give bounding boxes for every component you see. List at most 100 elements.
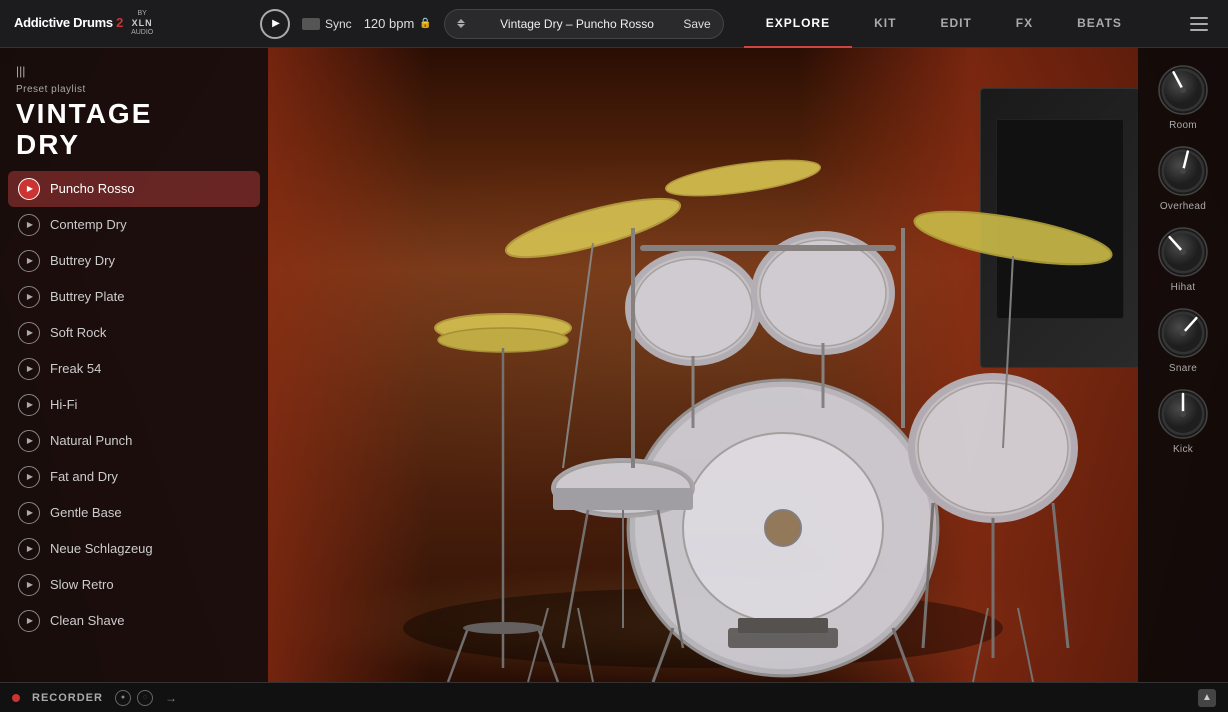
sync-button[interactable]: Sync	[302, 17, 352, 31]
playlist-item-label-13: Clean Shave	[50, 613, 124, 628]
right-panel: Room Overhead	[1138, 48, 1228, 682]
play-circle-7	[18, 394, 40, 416]
playlist-item-label-5: Soft Rock	[50, 325, 106, 340]
preset-arrows	[457, 19, 465, 28]
playlist-list: Puncho Rosso Contemp Dry Buttrey Dry But…	[0, 171, 268, 682]
bpm-display: 120 bpm 🔒	[364, 16, 432, 31]
knob-label-overhead: Overhead	[1160, 201, 1206, 212]
play-circle-8	[18, 430, 40, 452]
playlist-item-3[interactable]: Buttrey Dry	[8, 243, 260, 279]
sidebar: ||| Preset playlist VINTAGE DRY Puncho R…	[0, 48, 268, 682]
playlist-item-label-12: Slow Retro	[50, 577, 114, 592]
play-circle-9	[18, 466, 40, 488]
playlist-item-label-1: Puncho Rosso	[50, 181, 135, 196]
recorder-dot	[12, 694, 20, 702]
playlist-icon: |||	[16, 64, 25, 78]
playlist-item-4[interactable]: Buttrey Plate	[8, 279, 260, 315]
playlist-item-10[interactable]: Gentle Base	[8, 495, 260, 531]
playlist-item-11[interactable]: Neue Schlagzeug	[8, 531, 260, 567]
knob-section-hihat: Hihat	[1157, 220, 1209, 299]
sidebar-header: ||| Preset playlist VINTAGE DRY	[0, 48, 268, 171]
play-circle-5	[18, 322, 40, 344]
playlist-item-label-9: Fat and Dry	[50, 469, 118, 484]
playlist-item-label-7: Hi-Fi	[50, 397, 77, 412]
drum-kit-area	[268, 48, 1138, 682]
play-circle-3	[18, 250, 40, 272]
playlist-item-label-2: Contemp Dry	[50, 217, 127, 232]
logo-area: Addictive Drums 2 BY XLN AUDIO	[0, 10, 248, 38]
playlist-item-7[interactable]: Hi-Fi	[8, 387, 260, 423]
sync-label: Sync	[325, 17, 352, 31]
play-circle-13	[18, 610, 40, 632]
playlist-item-8[interactable]: Natural Punch	[8, 423, 260, 459]
playlist-item-12[interactable]: Slow Retro	[8, 567, 260, 603]
expand-button[interactable]: ▲	[1198, 689, 1216, 707]
brand-byline: BY XLN AUDIO	[131, 10, 153, 38]
playlist-item-13[interactable]: Clean Shave	[8, 603, 260, 639]
knob-section-overhead: Overhead	[1157, 139, 1209, 218]
bpm-value: 120 bpm	[364, 16, 415, 31]
preset-name: Vintage Dry – Puncho Rosso	[500, 17, 654, 31]
brand-by: BY	[131, 10, 153, 18]
hamburger-line-3	[1190, 29, 1208, 31]
playlist-item-label-11: Neue Schlagzeug	[50, 541, 153, 556]
app-title: Addictive Drums 2	[14, 15, 123, 30]
brand-audio: AUDIO	[131, 29, 153, 37]
play-circle-10	[18, 502, 40, 524]
tab-edit[interactable]: EDIT	[918, 0, 993, 48]
play-circle-12	[18, 574, 40, 596]
sync-icon	[302, 18, 320, 30]
knob-room[interactable]	[1157, 64, 1209, 116]
preset-selector[interactable]: Vintage Dry – Puncho Rosso Save	[444, 9, 724, 39]
brand-xln: XLN	[131, 18, 153, 29]
playlist-item-2[interactable]: Contemp Dry	[8, 207, 260, 243]
playlist-item-label-4: Buttrey Plate	[50, 289, 124, 304]
knob-hihat[interactable]	[1157, 226, 1209, 278]
playlist-title-line1: VINTAGE	[16, 98, 152, 129]
recorder-label: RECORDER	[32, 692, 103, 704]
chevron-down-icon	[457, 24, 465, 28]
main-nav: EXPLORE KIT EDIT FX BEATS	[744, 0, 1144, 48]
tab-beats[interactable]: BEATS	[1055, 0, 1144, 48]
playlist-item-label-10: Gentle Base	[50, 505, 122, 520]
playlist-item-1[interactable]: Puncho Rosso	[8, 171, 260, 207]
record-icon-2[interactable]: ◌	[137, 690, 153, 706]
playlist-item-9[interactable]: Fat and Dry	[8, 459, 260, 495]
topbar: Addictive Drums 2 BY XLN AUDIO Sync 120 …	[0, 0, 1228, 48]
playlist-title-line2: DRY	[16, 129, 80, 160]
tab-explore[interactable]: EXPLORE	[744, 0, 852, 48]
playlist-item-label-6: Freak 54	[50, 361, 101, 376]
playlist-item-5[interactable]: Soft Rock	[8, 315, 260, 351]
playlist-item-label-3: Buttrey Dry	[50, 253, 115, 268]
main-content: ||| Preset playlist VINTAGE DRY Puncho R…	[0, 48, 1228, 682]
play-circle-11	[18, 538, 40, 560]
record-icon-1[interactable]: ●	[115, 690, 131, 706]
preset-playlist-label: Preset playlist	[16, 84, 252, 95]
play-circle-1	[18, 178, 40, 200]
knob-label-room: Room	[1169, 120, 1197, 131]
chevron-up-icon	[457, 19, 465, 23]
lock-icon[interactable]: 🔒	[419, 18, 431, 29]
play-circle-6	[18, 358, 40, 380]
knob-snare[interactable]	[1157, 307, 1209, 359]
knob-section-snare: Snare	[1157, 301, 1209, 380]
playlist-title: VINTAGE DRY	[16, 99, 252, 161]
playlist-item-label-8: Natural Punch	[50, 433, 132, 448]
menu-button[interactable]	[1182, 9, 1216, 39]
app-logo: Addictive Drums 2	[14, 14, 123, 32]
knob-section-kick: Kick	[1157, 382, 1209, 461]
tab-kit[interactable]: KIT	[852, 0, 918, 48]
save-button[interactable]: Save	[683, 17, 710, 31]
knob-kick[interactable]	[1157, 388, 1209, 440]
tab-fx[interactable]: FX	[994, 0, 1055, 48]
playlist-item-6[interactable]: Freak 54	[8, 351, 260, 387]
arrow-icon[interactable]: →	[165, 691, 177, 705]
play-button[interactable]	[260, 9, 290, 39]
recorder-icons: ● ◌	[115, 690, 153, 706]
transport-controls: Sync 120 bpm 🔒	[248, 9, 444, 39]
hamburger-line-1	[1190, 17, 1208, 19]
knob-overhead[interactable]	[1157, 145, 1209, 197]
knob-label-kick: Kick	[1173, 444, 1193, 455]
hamburger-line-2	[1190, 23, 1208, 25]
knob-label-hihat: Hihat	[1171, 282, 1196, 293]
